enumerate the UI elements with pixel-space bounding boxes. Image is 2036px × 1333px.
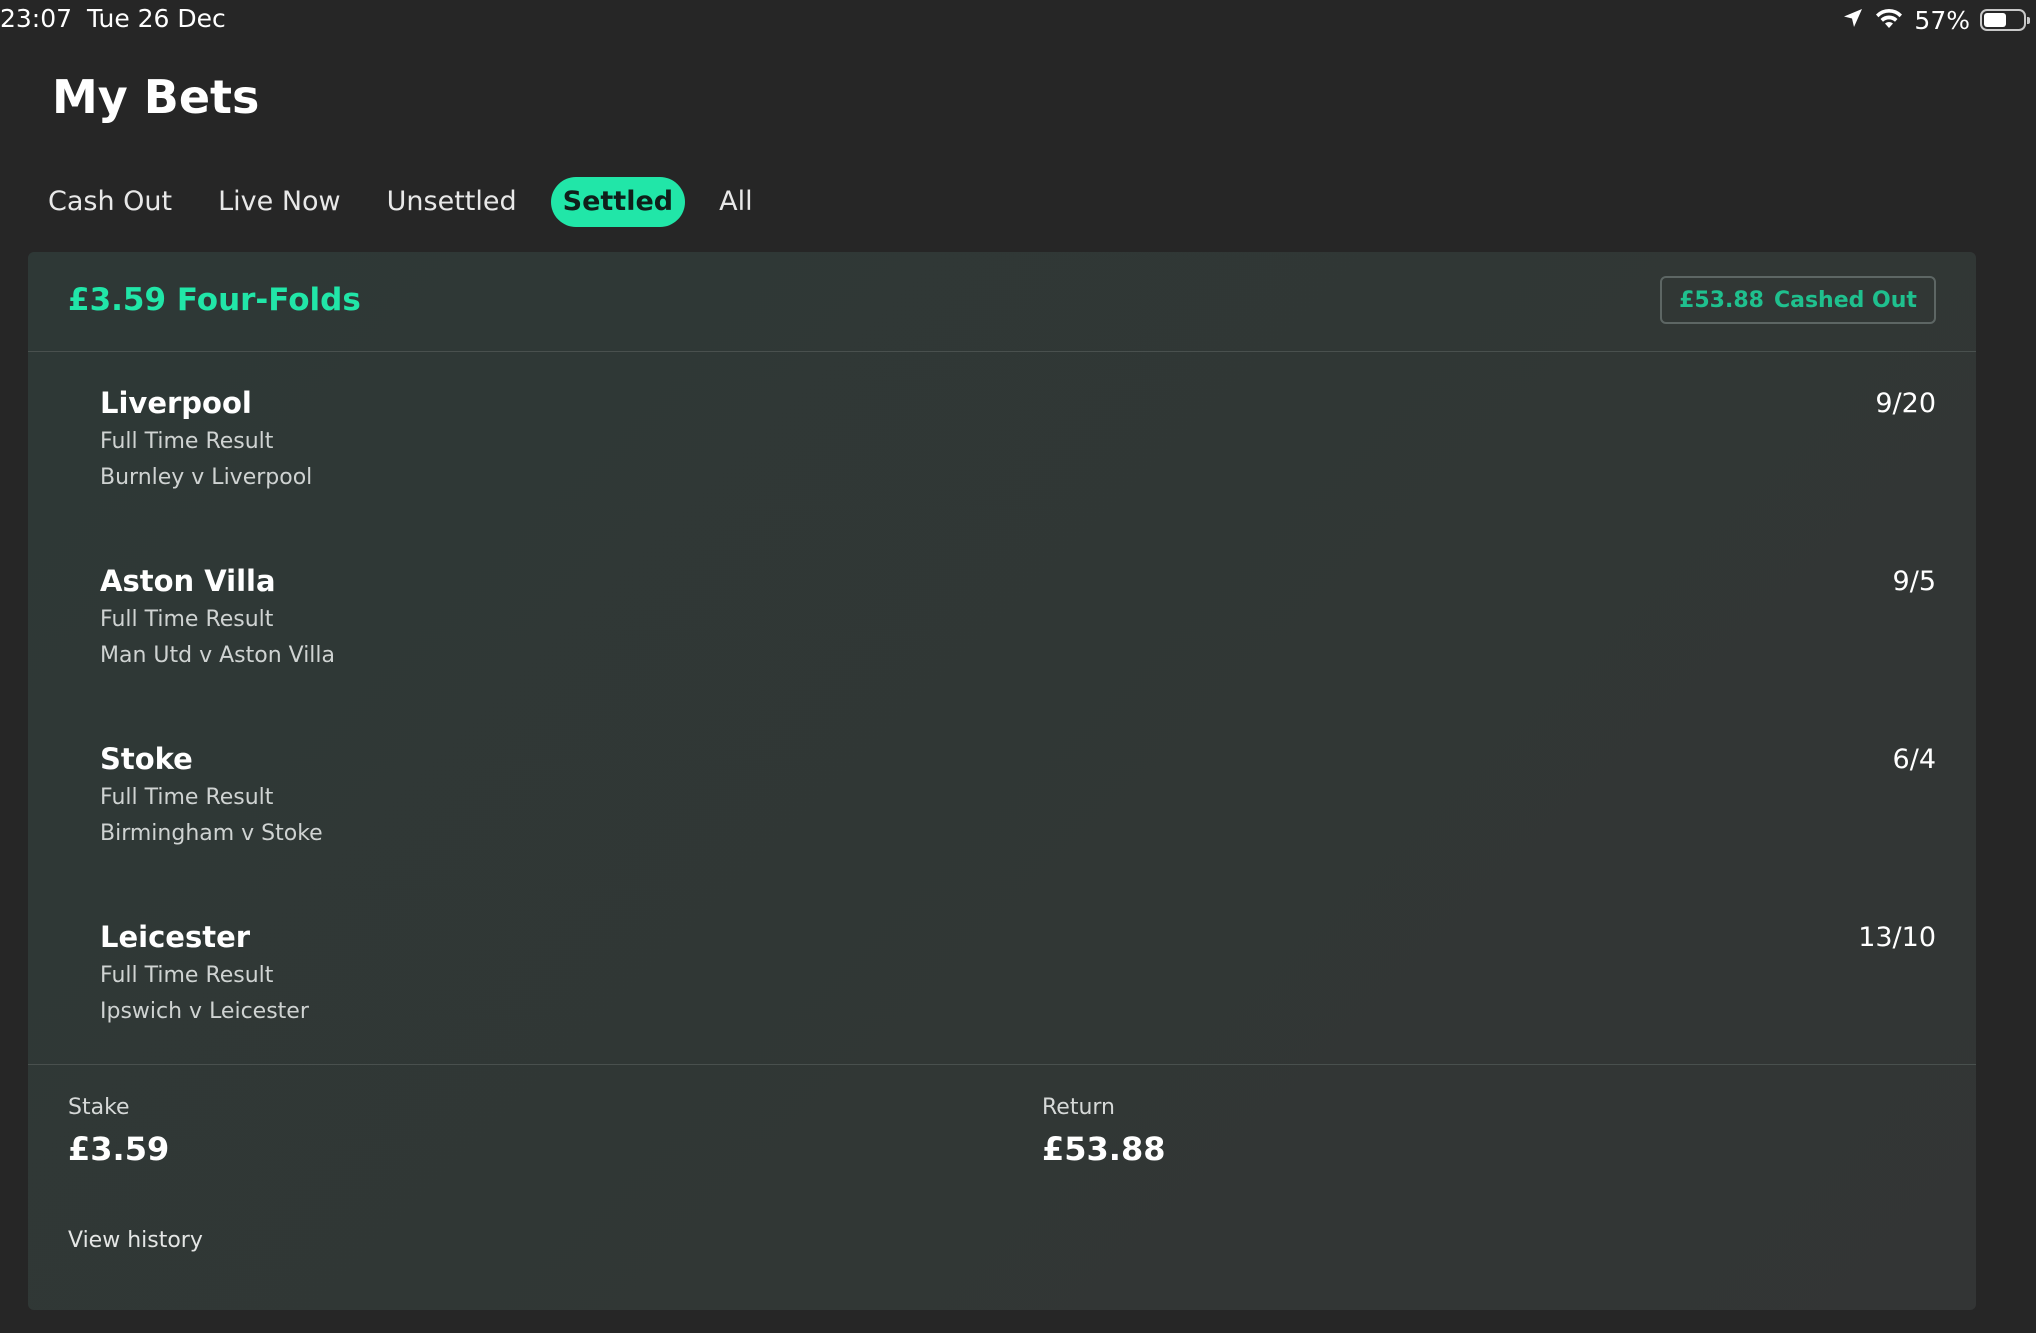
cashed-out-badge: £53.88 Cashed Out [1660,276,1936,324]
page-title: My Bets [52,70,260,124]
bet-filter-tabs: Cash Out Live Now Unsettled Settled All [36,176,787,228]
return-label: Return [1042,1095,1116,1120]
return-value: £53.88 [1042,1130,1166,1168]
bet-title: £3.59 Four-Folds [68,282,361,318]
selection-team: Aston Villa [100,564,276,598]
selection-odds: 13/10 [1858,922,1936,953]
selection-team: Leicester [100,920,251,954]
selection-market: Full Time Result [100,429,274,454]
selection-team: Stoke [100,742,193,776]
bet-card-header: £3.59 Four-Folds £53.88 Cashed Out [28,252,1976,352]
battery-level [1984,13,2006,27]
tab-unsettled[interactable]: Unsettled [375,177,529,227]
tab-cash-out[interactable]: Cash Out [36,177,184,227]
selection-market: Full Time Result [100,607,274,632]
selection-market: Full Time Result [100,785,274,810]
selection-odds: 9/20 [1875,388,1936,419]
selection-market: Full Time Result [100,963,274,988]
selection-event: Ipswich v Leicester [100,999,309,1024]
cashed-out-amount: £53.88 [1679,287,1764,313]
selection-event: Man Utd v Aston Villa [100,643,336,668]
bet-card[interactable]: £3.59 Four-Folds £53.88 Cashed Out Liver… [28,252,1976,1310]
tab-all[interactable]: All [707,177,764,227]
selection-odds: 6/4 [1892,744,1936,775]
battery-icon [1980,9,2030,31]
battery-tip [2027,17,2030,24]
stake-label: Stake [68,1095,130,1120]
view-history-link[interactable]: View history [68,1228,203,1253]
status-bar: 23:07 Tue 26 Dec 57% [0,0,2036,40]
status-time: 23:07 [0,4,73,33]
status-indicators: 57% [1842,4,2030,36]
cashed-out-label: Cashed Out [1773,287,1917,313]
stake-value: £3.59 [68,1130,170,1168]
battery-percentage: 57% [1914,5,1970,35]
selection-event: Birmingham v Stoke [100,821,323,846]
selection-team: Liverpool [100,386,252,420]
tab-live-now[interactable]: Live Now [206,177,353,227]
wifi-icon [1874,6,1904,34]
selection-event: Burnley v Liverpool [100,465,313,490]
location-arrow-icon [1842,7,1864,33]
selection-odds: 9/5 [1892,566,1936,597]
divider [28,1064,1976,1065]
tab-settled[interactable]: Settled [550,177,686,227]
status-date: Tue 26 Dec [87,4,226,33]
